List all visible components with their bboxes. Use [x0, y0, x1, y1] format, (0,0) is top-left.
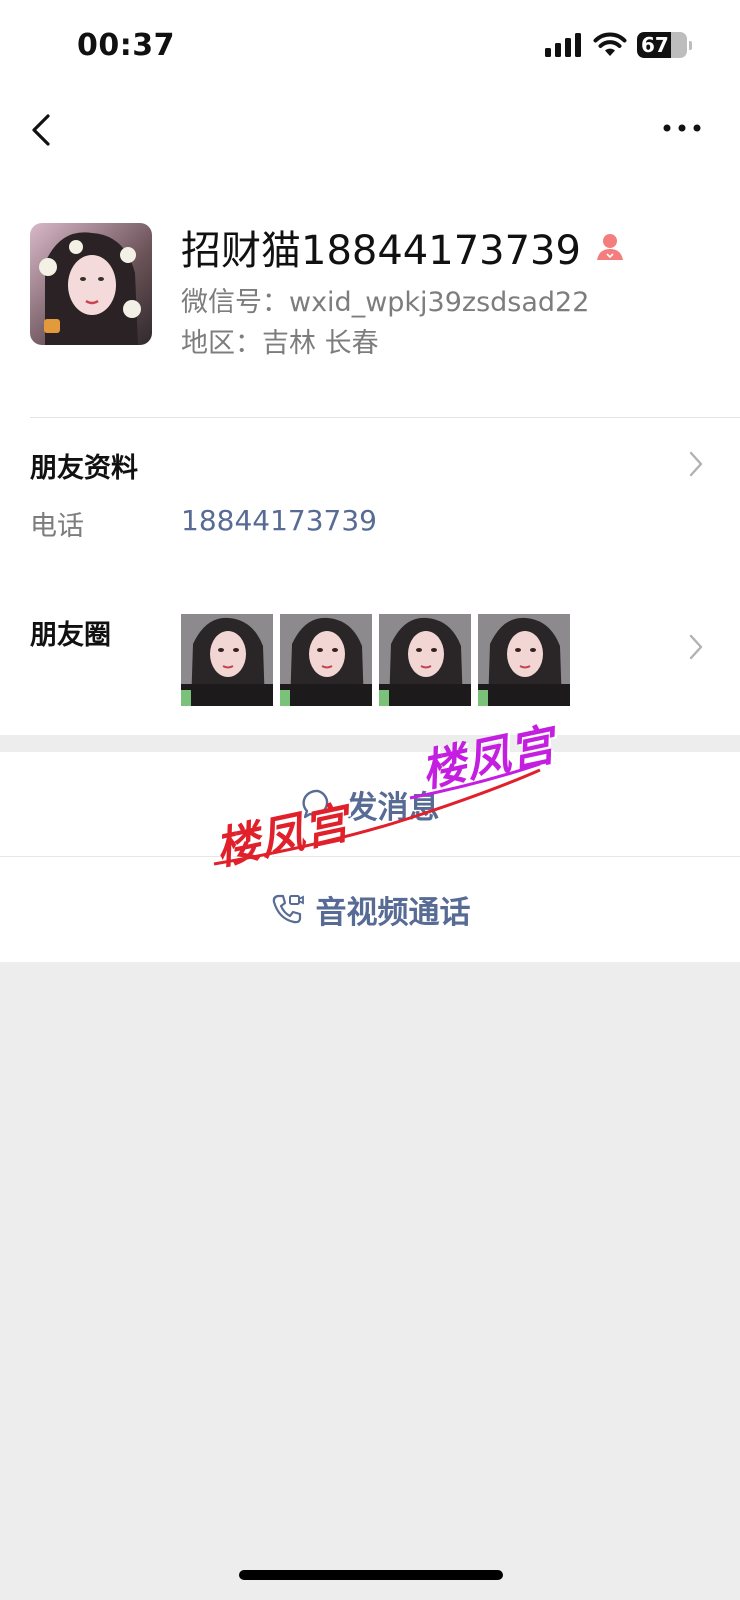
av-call-button[interactable]: 音视频通话 [0, 857, 740, 961]
home-indicator[interactable] [239, 1570, 503, 1580]
avatar[interactable] [30, 223, 152, 345]
battery-level-text: 67 [641, 33, 669, 57]
friend-info-row[interactable] [0, 418, 740, 568]
profile-name-row: 招财猫18844173739 [181, 218, 627, 276]
cellular-signal-icon [545, 33, 581, 57]
chevron-right-icon[interactable] [688, 633, 704, 661]
battery-icon: 67 [637, 32, 687, 58]
moment-thumbnail[interactable] [280, 614, 372, 706]
av-call-label: 音视频通话 [315, 894, 471, 931]
battery-cap [689, 40, 692, 50]
chevron-right-icon[interactable] [688, 450, 704, 478]
female-icon [596, 234, 623, 260]
more-options-icon[interactable] [662, 118, 702, 138]
profile-name: 招财猫18844173739 [181, 228, 581, 274]
moments-row[interactable]: 朋友圈 [0, 585, 740, 735]
moments-thumbnails[interactable] [181, 614, 570, 706]
phone-value[interactable]: 18844173739 [181, 504, 377, 537]
wifi-icon [593, 32, 627, 56]
phone-video-icon [272, 894, 304, 924]
status-time: 00:37 [77, 28, 175, 63]
wechat-id: 微信号：wxid_wpkj39zsdsad22 [181, 287, 590, 318]
phone-label: 电话 [30, 511, 84, 542]
watermark-swash [213, 762, 541, 866]
friend-info-title[interactable]: 朋友资料 [30, 446, 138, 485]
back-icon[interactable] [26, 110, 62, 150]
moment-thumbnail[interactable] [379, 614, 471, 706]
moment-thumbnail[interactable] [478, 614, 570, 706]
status-icons: 67 [545, 32, 692, 58]
moments-title[interactable]: 朋友圈 [30, 613, 111, 652]
moment-thumbnail[interactable] [181, 614, 273, 706]
region: 地区：吉林 长春 [181, 328, 379, 359]
